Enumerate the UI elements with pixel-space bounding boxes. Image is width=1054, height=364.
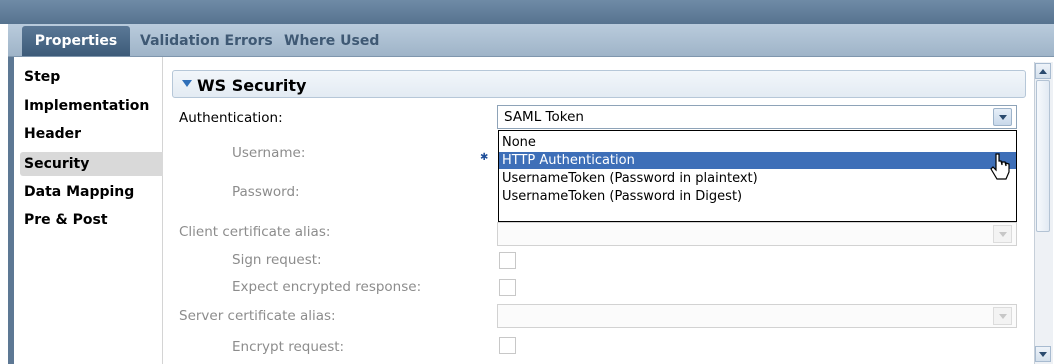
sign-request-label: Sign request: [232, 252, 322, 268]
chevron-down-icon [998, 231, 1007, 237]
encrypt-request-label: Encrypt request: [232, 339, 345, 355]
encrypt-request-checkbox[interactable] [499, 337, 516, 354]
sidebar-item-security[interactable]: Security [20, 152, 167, 176]
chevron-down-icon [1039, 351, 1047, 357]
tab-properties[interactable]: Properties [22, 26, 130, 56]
sidebar-item-pre-post[interactable]: Pre & Post [20, 208, 160, 232]
properties-view: Properties Validation Errors Where Used … [0, 0, 1054, 364]
password-label: Password: [232, 184, 300, 200]
title-bar [0, 0, 1054, 24]
server-certificate-alias-combo[interactable] [497, 304, 1017, 328]
option-http-authentication[interactable]: HTTP Authentication [499, 152, 1016, 169]
sidebar-item-implementation[interactable]: Implementation [20, 94, 160, 118]
sidebar-nav: Step Implementation Header Security Data… [14, 57, 167, 364]
chevron-up-icon [1039, 68, 1047, 74]
expect-encrypted-response-label: Expect encrypted response: [232, 279, 422, 295]
collapse-triangle-icon[interactable] [182, 80, 192, 87]
client-certificate-alias-combo[interactable] [497, 222, 1017, 246]
section-title: WS Security [197, 75, 307, 95]
option-usernametoken-digest[interactable]: UsernameToken (Password in Digest) [499, 188, 1016, 205]
tab-validation-errors[interactable]: Validation Errors [140, 26, 273, 56]
chevron-down-icon [998, 313, 1007, 319]
scroll-up-button[interactable] [1035, 63, 1051, 79]
option-none[interactable]: None [499, 134, 1016, 151]
expect-encrypted-response-checkbox[interactable] [499, 279, 516, 296]
sidebar-item-data-mapping[interactable]: Data Mapping [20, 180, 160, 204]
server-cert-dropdown-button[interactable] [993, 307, 1012, 325]
authentication-dropdown-button[interactable] [993, 108, 1012, 126]
hand-cursor-icon [990, 153, 1010, 180]
required-marker-icon: ✱ [480, 152, 489, 163]
client-cert-dropdown-button[interactable] [993, 225, 1012, 243]
scroll-thumb[interactable] [1036, 80, 1050, 232]
sidebar-item-header[interactable]: Header [20, 122, 160, 146]
client-certificate-alias-label: Client certificate alias: [179, 224, 331, 240]
tab-where-used[interactable]: Where Used [284, 26, 379, 56]
chevron-down-icon [998, 114, 1007, 120]
option-usernametoken-plaintext[interactable]: UsernameToken (Password in plaintext) [499, 170, 1016, 187]
sidebar-item-step[interactable]: Step [20, 65, 160, 89]
sign-request-checkbox[interactable] [499, 252, 516, 269]
authentication-value: SAML Token [504, 109, 584, 125]
authentication-label: Authentication: [179, 110, 283, 126]
username-label: Username: [232, 145, 306, 161]
server-certificate-alias-label: Server certificate alias: [179, 308, 336, 324]
scroll-down-button[interactable] [1035, 346, 1051, 362]
